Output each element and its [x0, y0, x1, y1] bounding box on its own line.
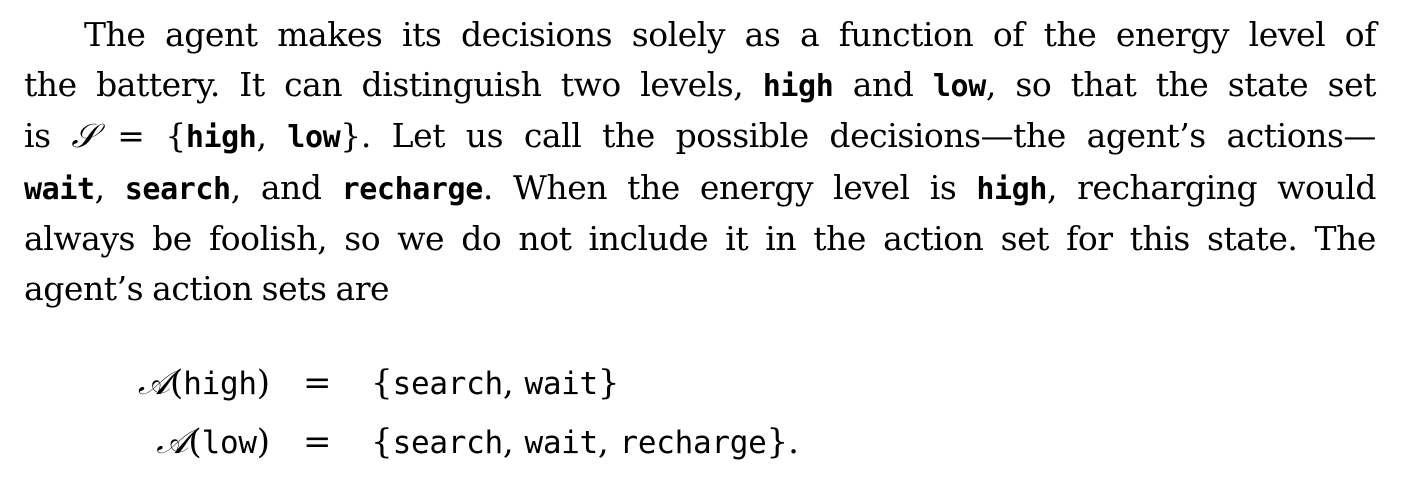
brace-close: } — [597, 363, 620, 403]
paren-close: ) — [256, 363, 270, 403]
action-wait: wait — [524, 425, 598, 461]
equation-lhs: 𝒜(low) — [156, 422, 270, 462]
paragraph-line-1: The agent makes its decisions solely as … — [84, 15, 1376, 54]
action-search: search — [392, 425, 503, 461]
equals-sign: = — [303, 422, 332, 462]
action-recharge: recharge — [619, 425, 767, 461]
code-term-wait: wait — [24, 171, 95, 207]
paragraph-line-5: always be foolish, so we do not include … — [24, 219, 1376, 259]
code-term-high: high — [185, 120, 257, 156]
paragraph-line-4: wait, search, and recharge. When the ene… — [24, 163, 1376, 215]
separator: , — [502, 422, 525, 462]
text-run: , — [94, 167, 125, 207]
brace-open: { — [371, 363, 393, 403]
text-run: }. Let us call the possible decisions—th… — [340, 116, 1376, 156]
text-run: , — [256, 116, 288, 156]
action-set-symbol: 𝒜 — [156, 422, 189, 462]
state-high: high — [183, 366, 257, 402]
paren-open: ( — [188, 422, 202, 462]
paren-open: ( — [170, 363, 184, 403]
action-wait: wait — [524, 366, 598, 402]
action-set-equations: 𝒜(high) = {search, wait} 𝒜(low) = {searc… — [0, 355, 1408, 485]
state-low: low — [201, 425, 257, 461]
equals-sign: = — [303, 363, 332, 403]
state-set-symbol: 𝒮 — [71, 116, 97, 156]
paragraph-line-6: agent’s action sets are — [24, 268, 390, 308]
brace-open: { — [371, 422, 393, 462]
equation-row-high: 𝒜(high) = {search, wait} — [0, 363, 1408, 413]
paren-close: ) — [256, 422, 270, 462]
text-run: the battery. It can distinguish two leve… — [24, 64, 763, 104]
code-term-recharge: recharge — [341, 171, 484, 207]
text-run: . When the energy level is — [482, 167, 977, 207]
text-run: and — [833, 64, 933, 104]
brace-close: }. — [766, 422, 799, 462]
body-paragraph: The agent makes its decisions solely as … — [24, 10, 1376, 314]
code-term-high: high — [762, 68, 834, 104]
text-run: , and — [230, 167, 342, 207]
code-term-low: low — [287, 120, 341, 156]
paragraph-line-3: is 𝒮 = {high, low}. Let us call the poss… — [24, 111, 1376, 163]
separator: , — [597, 422, 620, 462]
action-set-symbol: 𝒜 — [137, 363, 170, 403]
action-search: search — [392, 366, 503, 402]
text-run: is — [24, 116, 72, 156]
equation-lhs: 𝒜(high) — [138, 363, 270, 403]
paragraph-line-2: the battery. It can distinguish two leve… — [24, 60, 1376, 112]
equation-row-low: 𝒜(low) = {search, wait, recharge}. — [0, 422, 1408, 472]
separator: , — [502, 363, 525, 403]
equation-rhs: {search, wait, recharge}. — [371, 422, 799, 462]
code-term-low: low — [932, 68, 986, 104]
text-run: = { — [96, 116, 186, 156]
text-run: , so that the state set — [985, 64, 1377, 104]
code-term-high: high — [976, 171, 1048, 207]
code-term-search: search — [124, 171, 231, 207]
equation-rhs: {search, wait} — [371, 363, 620, 403]
text-run: , recharging would — [1047, 167, 1376, 207]
